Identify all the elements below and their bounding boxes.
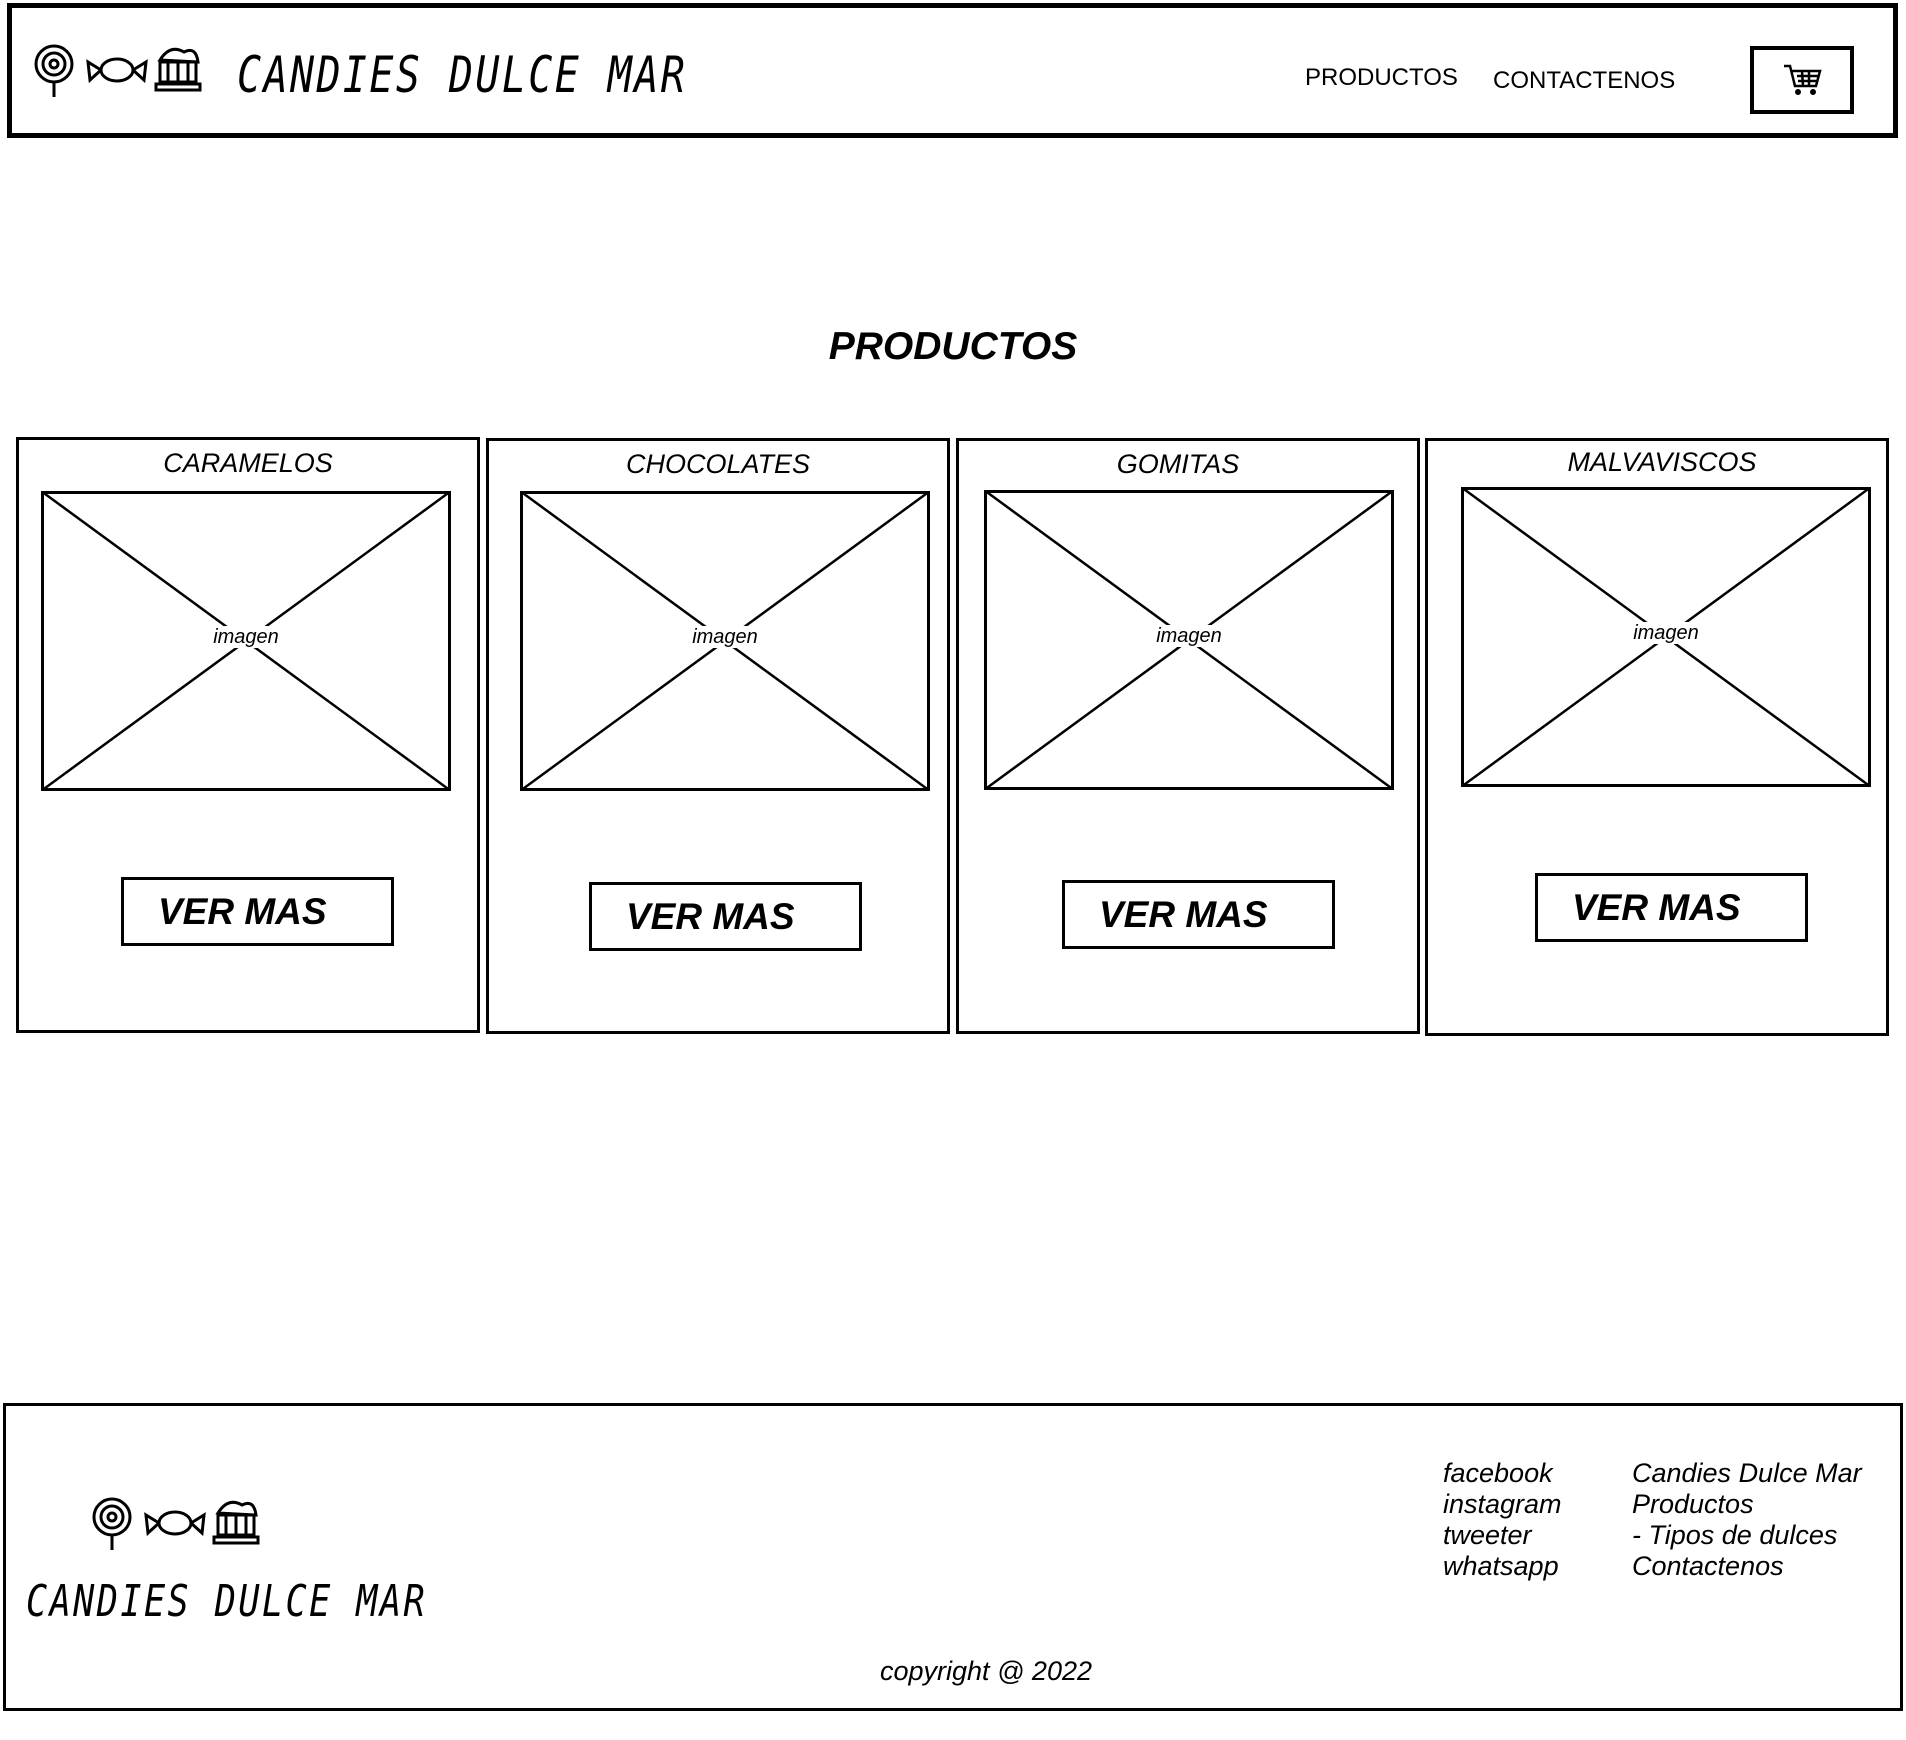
footer-brand-name[interactable]: CANDIES DULCE MAR [26, 1576, 427, 1627]
product-card-chocolates: CHOCOLATES imagen VER MAS [486, 438, 950, 1034]
ice-cream-icon [154, 47, 202, 92]
ver-mas-button[interactable]: VER MAS [589, 882, 862, 951]
card-title: MALVAVISCOS [1567, 447, 1757, 477]
image-label: imagen [686, 626, 764, 648]
image-label: imagen [1150, 625, 1228, 647]
candy-icon [86, 57, 148, 84]
card-title: CARAMELOS [163, 448, 333, 478]
footer-site-links: Candies Dulce Mar Productos - Tipos de d… [1632, 1458, 1862, 1582]
lollipop-icon [92, 1497, 132, 1550]
brand-name[interactable]: CANDIES DULCE MAR [237, 46, 687, 104]
ice-cream-icon [212, 1500, 260, 1545]
product-card-caramelos: CARAMELOS imagen VER MAS [16, 437, 480, 1033]
footer-link-whatsapp[interactable]: whatsapp [1443, 1551, 1562, 1582]
image-label: imagen [1627, 622, 1705, 644]
candy-icon [144, 1510, 206, 1537]
cart-button[interactable] [1750, 46, 1854, 114]
card-title: CHOCOLATES [625, 449, 811, 479]
footer-link-instagram[interactable]: instagram [1443, 1489, 1562, 1520]
card-title: GOMITAS [1116, 449, 1240, 479]
product-image-placeholder: imagen [41, 491, 451, 791]
ver-mas-button[interactable]: VER MAS [1535, 873, 1808, 942]
nav-productos[interactable]: PRODUCTOS [1305, 64, 1458, 92]
footer-link-home[interactable]: Candies Dulce Mar [1632, 1458, 1862, 1489]
product-image-placeholder: imagen [520, 491, 930, 791]
footer-link-facebook[interactable]: facebook [1443, 1458, 1562, 1489]
logo-icons[interactable] [32, 42, 202, 98]
ver-mas-button[interactable]: VER MAS [121, 877, 394, 946]
product-card-malvaviscos: MALVAVISCOS imagen VER MAS [1425, 438, 1889, 1036]
footer-social-links: facebook instagram tweeter whatsapp [1443, 1458, 1562, 1582]
footer-link-tweeter[interactable]: tweeter [1443, 1520, 1562, 1551]
page-title: PRODUCTOS [828, 325, 1078, 368]
image-label: imagen [207, 626, 285, 648]
shopping-cart-icon [1784, 64, 1822, 95]
footer-link-contactenos[interactable]: Contactenos [1632, 1551, 1862, 1582]
site-footer: CANDIES DULCE MAR facebook instagram twe… [3, 1403, 1903, 1711]
footer-link-tipos-de-dulces[interactable]: - Tipos de dulces [1632, 1520, 1862, 1551]
footer-logo-icons[interactable] [90, 1495, 260, 1551]
copyright-text: copyright @ 2022 [879, 1656, 1093, 1686]
nav-contactenos[interactable]: CONTACTENOS [1493, 67, 1675, 95]
site-header: CANDIES DULCE MAR PRODUCTOS CONTACTENOS [7, 3, 1898, 138]
lollipop-icon [34, 44, 74, 97]
footer-link-productos[interactable]: Productos [1632, 1489, 1862, 1520]
product-card-gomitas: GOMITAS imagen VER MAS [956, 438, 1420, 1034]
product-image-placeholder: imagen [984, 490, 1394, 790]
product-image-placeholder: imagen [1461, 487, 1871, 787]
ver-mas-button[interactable]: VER MAS [1062, 880, 1335, 949]
